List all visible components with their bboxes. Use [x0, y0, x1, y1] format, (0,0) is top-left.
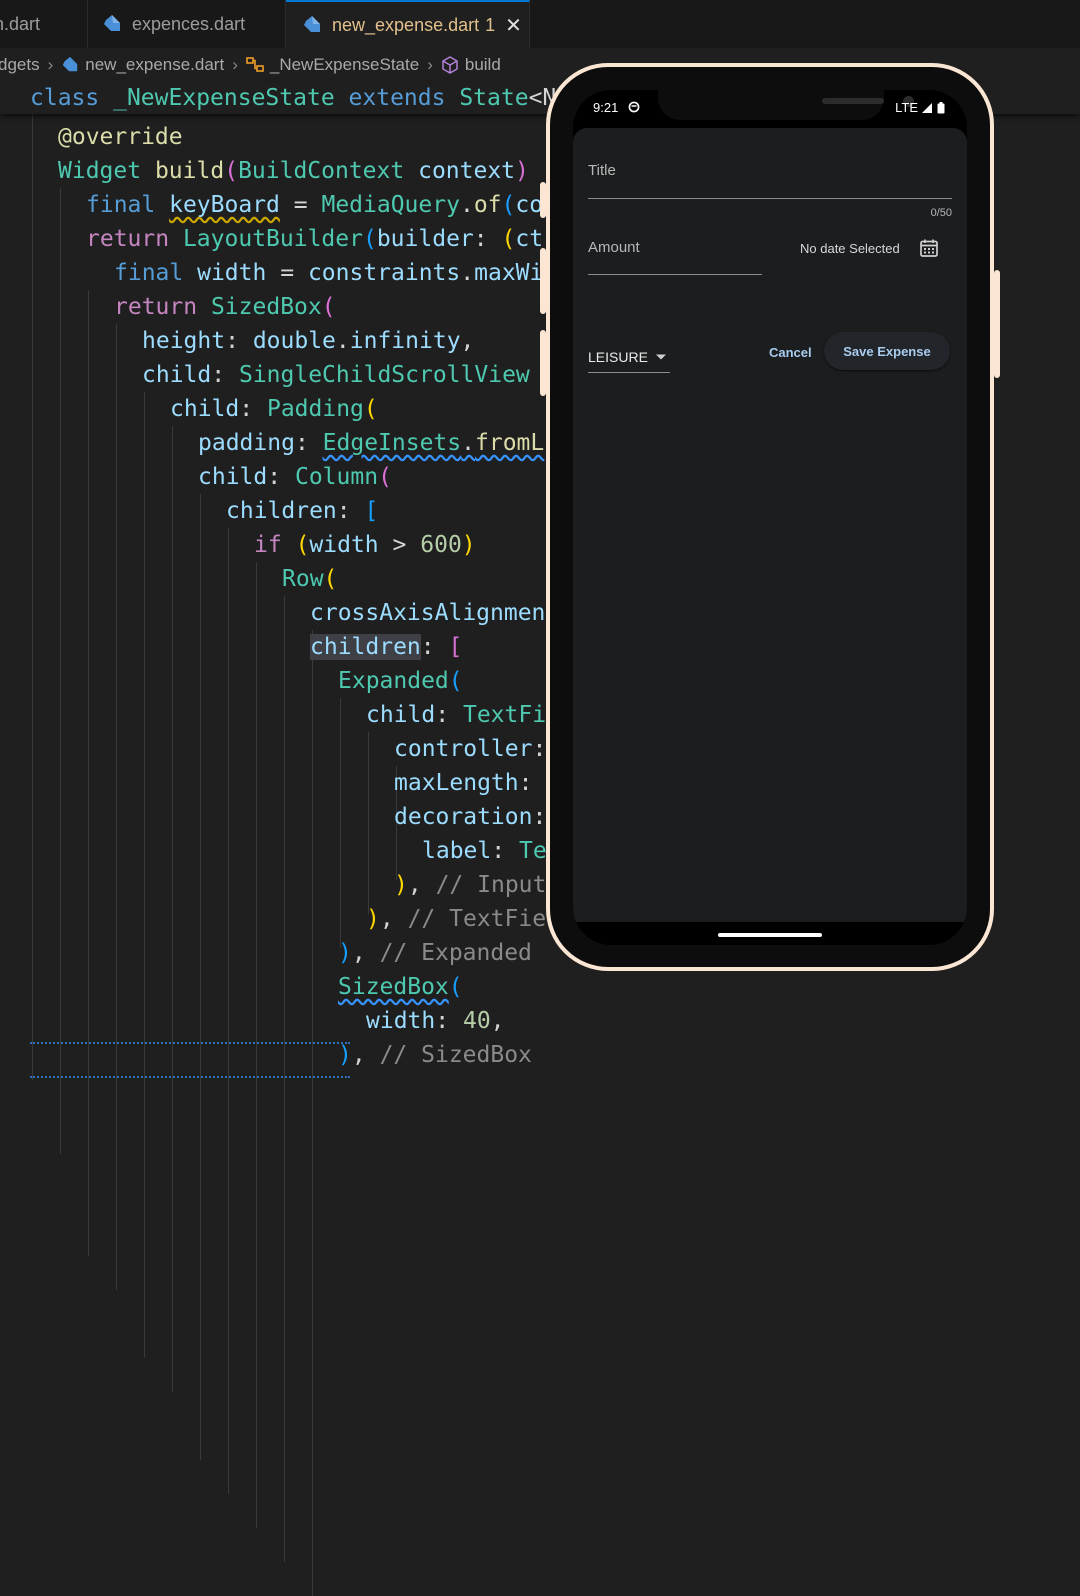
code-line: Row(	[282, 566, 338, 592]
calendar-icon[interactable]	[919, 238, 939, 258]
amount-input-underline	[588, 274, 762, 275]
class-symbol-icon	[246, 57, 264, 72]
code-line: children: [	[226, 498, 379, 524]
sticky-class-line: class _NewExpenseState extends State<N	[30, 85, 557, 111]
code-line: @override	[58, 124, 183, 150]
code-line: height: double.infinity,	[142, 328, 475, 354]
error-squiggle	[30, 1072, 350, 1078]
code-line: padding: EdgeInsets.fromL	[198, 430, 545, 456]
category-dropdown-value: LEISURE	[588, 349, 648, 365]
code-line: crossAxisAlignmen	[310, 600, 546, 626]
problem-count-badge: 1	[485, 14, 496, 35]
code-line: decoration:	[394, 804, 547, 830]
code-line: Expanded(	[338, 668, 463, 694]
tab-expences-dart[interactable]: expences.dart	[88, 0, 286, 48]
amount-input[interactable]	[588, 230, 762, 274]
breadcrumb-item[interactable]: build	[441, 55, 501, 75]
title-input[interactable]	[588, 154, 952, 198]
editor-tab-bar: n.dart expences.dart new_expense.dart 1 …	[0, 0, 1080, 49]
new-expense-form: Title 0/50 Amount No date Selected LEISU…	[573, 128, 967, 922]
breadcrumb-item[interactable]: new_expense.dart	[61, 55, 224, 75]
chevron-right-icon: ›	[232, 55, 238, 74]
code-line: ), // TextFie	[366, 906, 547, 932]
code-line: controller:	[394, 736, 547, 762]
code-line: final keyBoard = MediaQuery.of(co	[86, 192, 544, 218]
notification-circle-icon	[628, 101, 640, 113]
tab-label: n.dart	[0, 13, 41, 34]
dropdown-arrow-icon	[655, 354, 666, 360]
close-icon[interactable]: ✕	[505, 13, 522, 38]
code-line: if (width > 600)	[254, 532, 476, 558]
status-bar-time: 9:21	[593, 100, 640, 115]
code-line: children: [	[310, 634, 463, 660]
dart-icon	[63, 56, 78, 72]
method-cube-icon	[442, 56, 458, 74]
code-line: width: 40,	[366, 1008, 505, 1034]
speaker-grille	[822, 98, 884, 104]
chevron-right-icon: ›	[427, 55, 433, 74]
code-line: ), // Input	[394, 872, 547, 898]
dart-icon	[304, 16, 320, 32]
code-line: ), // Expanded	[338, 940, 532, 966]
selected-date-text: No date Selected	[800, 241, 900, 256]
chevron-right-icon: ›	[47, 55, 54, 74]
code-line: child: Padding(	[170, 396, 378, 422]
tab-new-expense-dart[interactable]: new_expense.dart 1 ✕	[286, 0, 530, 48]
code-line: ), // SizedBox	[338, 1042, 532, 1068]
tab-label: expences.dart	[132, 13, 246, 34]
phone-power-button	[994, 270, 1000, 378]
error-squiggle	[30, 1038, 350, 1044]
signal-icon	[922, 102, 932, 113]
tab-label: new_expense.dart	[332, 14, 480, 35]
code-line: child: Column(	[198, 464, 392, 490]
dart-icon	[104, 15, 120, 31]
status-bar-right: LTE	[895, 100, 945, 115]
home-indicator[interactable]	[718, 933, 822, 937]
code-line: child: SingleChildScrollView	[142, 362, 530, 388]
save-expense-button[interactable]: Save Expense	[824, 332, 950, 370]
code-line: final width = constraints.maxWi	[114, 260, 544, 286]
title-input-underline	[588, 198, 952, 199]
phone-screen: 9:21 LTE Title 0/50 Amount No date Selec…	[573, 90, 967, 945]
code-line: maxLength:	[394, 770, 533, 796]
cancel-button[interactable]: Cancel	[769, 345, 812, 360]
breadcrumb-item[interactable]: _NewExpenseState	[246, 55, 419, 75]
category-dropdown[interactable]: LEISURE	[588, 342, 670, 373]
phone-notch	[658, 90, 914, 120]
network-label: LTE	[895, 100, 918, 115]
code-line: child: TextFi	[366, 702, 547, 728]
code-line: return LayoutBuilder(builder: (ct	[86, 226, 544, 252]
breadcrumb-item[interactable]: dgets	[0, 55, 40, 75]
title-character-counter: 0/50	[930, 207, 952, 219]
tab-n-dart[interactable]: n.dart	[0, 0, 88, 48]
code-line: Widget build(BuildContext context)	[58, 158, 529, 184]
code-line: SizedBox(	[338, 974, 463, 1000]
code-line: return SizedBox(	[114, 294, 336, 320]
code-line: label: Te	[422, 838, 547, 864]
battery-icon	[937, 101, 945, 113]
